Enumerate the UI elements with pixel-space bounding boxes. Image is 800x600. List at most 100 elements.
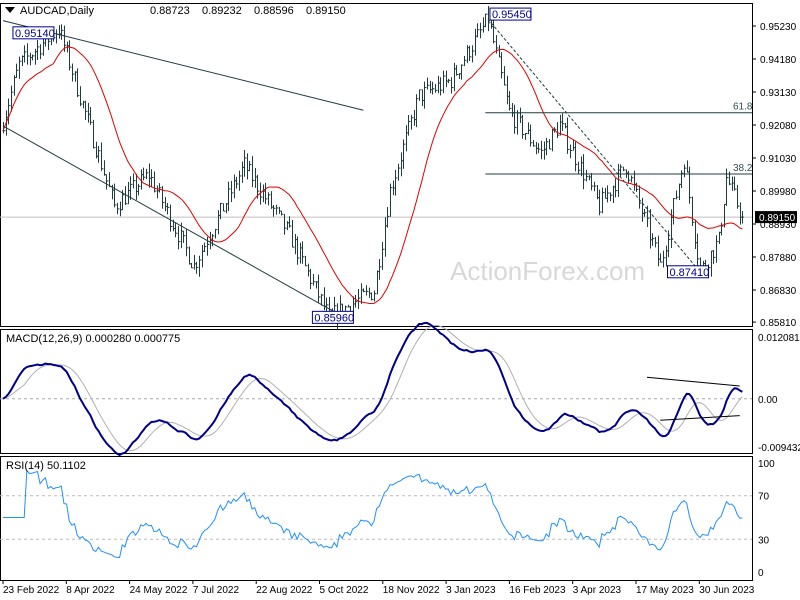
price-bar <box>299 242 302 264</box>
date-label: 23 Feb 2022 <box>3 585 60 596</box>
date-label: 22 Aug 2022 <box>256 585 313 596</box>
price-bar <box>198 255 201 277</box>
macd-upper-trendline <box>646 376 740 387</box>
price-bar <box>381 242 384 270</box>
price-bar <box>201 245 204 268</box>
price-tick-label: 0.94180 <box>760 55 797 66</box>
current-price-label: 0.89150 <box>759 213 796 224</box>
price-bar <box>103 160 106 176</box>
price-bar <box>418 89 421 101</box>
price-bar <box>715 235 718 263</box>
price-bar <box>84 100 87 120</box>
price-bar <box>564 123 567 129</box>
price-bar <box>612 185 615 204</box>
price-bar <box>604 187 607 199</box>
price-bar <box>42 39 45 56</box>
price-bar <box>675 190 678 200</box>
price-bar <box>694 219 697 250</box>
price-bar <box>739 202 742 225</box>
price-bar <box>267 192 270 206</box>
price-bar <box>248 161 251 172</box>
price-bar <box>529 124 532 147</box>
price-bar <box>609 192 612 202</box>
price-bar <box>402 139 405 169</box>
price-bar <box>100 142 103 171</box>
price-bar <box>294 233 297 255</box>
price-bar <box>384 217 387 257</box>
price-bar <box>113 183 116 208</box>
rsi-tick-label: 0 <box>758 568 764 579</box>
price-bar <box>182 230 185 243</box>
price-bar <box>447 78 450 84</box>
price-bar <box>243 150 246 177</box>
price-bar <box>455 65 458 76</box>
price-bar <box>582 154 585 190</box>
price-bar <box>156 185 159 199</box>
price-bar <box>665 245 668 267</box>
price-bar <box>137 184 140 196</box>
price-bar <box>365 285 368 296</box>
channel-upper-line <box>2 20 364 111</box>
price-bar <box>264 182 267 205</box>
price-label: 0.85960 <box>314 312 354 324</box>
price-bar <box>225 203 228 214</box>
price-bar <box>116 202 119 215</box>
macd-tick-label: -0.009432 <box>758 443 800 454</box>
price-bar <box>378 258 381 280</box>
date-label: 30 Jun 2023 <box>699 585 754 596</box>
price-bar <box>731 176 734 191</box>
date-label: 18 Nov 2022 <box>383 585 440 596</box>
price-bar <box>537 143 540 154</box>
price-bar <box>556 122 559 139</box>
price-bar <box>129 176 132 200</box>
price-bar <box>203 242 206 252</box>
macd-panel <box>0 329 753 454</box>
collapse-triangle-icon[interactable] <box>5 7 15 13</box>
price-bar <box>127 182 130 205</box>
price-bar <box>29 52 32 66</box>
price-bar <box>36 39 39 60</box>
price-bar <box>593 181 596 192</box>
price-bar <box>389 183 392 217</box>
price-bar <box>272 204 275 217</box>
price-bar <box>606 185 609 203</box>
price-bar <box>516 110 519 135</box>
trend-dashed-line <box>487 18 701 273</box>
price-bar <box>471 45 474 63</box>
rsi-tick-label: 70 <box>758 492 770 503</box>
price-label: 0.95450 <box>492 9 532 21</box>
price-bar <box>733 176 736 191</box>
price-bar <box>577 161 580 175</box>
price-bar <box>559 114 562 136</box>
price-bar <box>500 52 503 79</box>
price-bar <box>246 153 249 180</box>
price-bar <box>569 144 572 159</box>
price-bar <box>614 178 617 198</box>
price-bar <box>413 109 416 126</box>
date-label: 5 Oct 2022 <box>320 585 369 596</box>
price-bar <box>442 70 445 94</box>
price-bar <box>405 125 408 152</box>
price-bar <box>26 43 29 65</box>
price-bar <box>678 183 681 201</box>
date-label: 24 May 2022 <box>130 585 188 596</box>
price-bar <box>524 133 527 140</box>
price-bar <box>574 141 577 172</box>
macd-tick-label: 0.012081 <box>758 333 800 344</box>
date-label: 16 Feb 2023 <box>509 585 566 596</box>
price-bar <box>590 172 593 191</box>
macd-tick-label: 0.00 <box>758 395 778 406</box>
price-bar <box>233 174 236 199</box>
price-bar <box>7 98 10 125</box>
price-bar <box>511 103 514 117</box>
price-bar <box>484 13 487 28</box>
macd-label: MACD(12,26,9) 0.000280 0.000775 <box>6 333 180 345</box>
price-bar <box>662 250 665 268</box>
price-bar <box>55 29 58 44</box>
price-bar <box>370 292 373 301</box>
price-bar <box>188 246 191 265</box>
price-bar <box>638 185 641 209</box>
rsi-line <box>3 469 743 558</box>
price-bar <box>407 114 410 136</box>
price-bar <box>400 152 403 177</box>
